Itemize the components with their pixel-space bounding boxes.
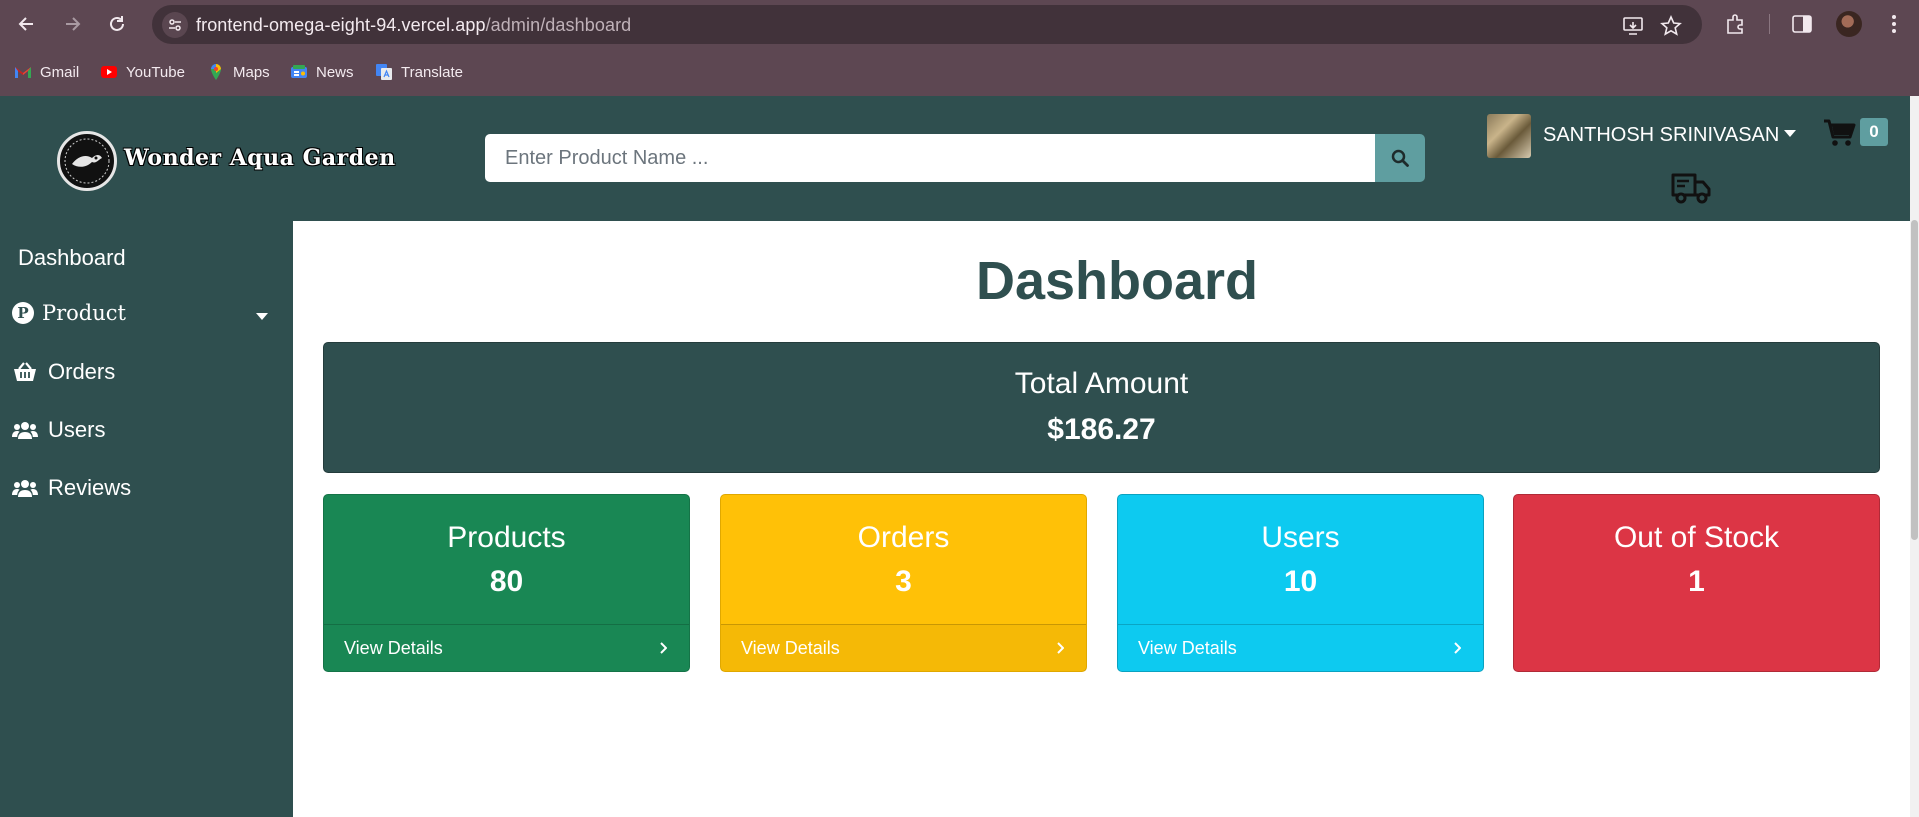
- chevron-right-icon: [1451, 642, 1463, 654]
- sidebar-item-reviews[interactable]: Reviews: [12, 475, 131, 501]
- bookmark-label: Maps: [233, 63, 270, 81]
- card-label: Out of Stock: [1613, 521, 1780, 554]
- sidebar-item-users[interactable]: Users: [12, 417, 105, 443]
- card-value: 80: [489, 565, 524, 598]
- view-details-label: View Details: [741, 637, 840, 658]
- bookmark-star-icon[interactable]: [1660, 15, 1682, 37]
- site-info-icon[interactable]: [162, 12, 188, 38]
- bookmarks-bar: Gmail YouTube Maps News Translate: [0, 48, 1919, 96]
- sidebar-item-dashboard[interactable]: Dashboard: [18, 245, 126, 271]
- bookmark-label: Translate: [401, 63, 463, 81]
- gmail-icon: [15, 67, 31, 78]
- browser-menu-icon[interactable]: [1882, 12, 1906, 36]
- reload-icon[interactable]: [101, 8, 133, 40]
- sidebar-item-label: Dashboard: [18, 245, 126, 270]
- url-text: frontend-omega-eight-94.vercel.app/admin…: [196, 15, 631, 36]
- bookmark-label: News: [316, 63, 354, 81]
- sidebar: Dashboard P Product Orders Users Reviews: [0, 221, 293, 817]
- site-header: Wonder Aqua Garden SANTHOSH SRINIVASAN 0: [0, 96, 1910, 221]
- back-icon[interactable]: [11, 8, 43, 40]
- products-card: Products 80 View Details: [323, 494, 690, 672]
- browser-toolbar: frontend-omega-eight-94.vercel.app/admin…: [0, 0, 1919, 48]
- bookmark-gmail[interactable]: Gmail: [14, 61, 79, 83]
- sidebar-item-product[interactable]: P Product: [12, 301, 126, 325]
- basket-icon: [12, 360, 38, 384]
- bookmark-translate[interactable]: Translate: [375, 61, 463, 83]
- product-dropdown-caret-icon[interactable]: [256, 313, 268, 320]
- orders-card: Orders 3 View Details: [720, 494, 1087, 672]
- user-avatar[interactable]: [1487, 114, 1531, 158]
- url-host: frontend-omega-eight-94.vercel.app: [196, 15, 486, 35]
- chevron-right-icon: [1054, 642, 1066, 654]
- brand-name[interactable]: Wonder Aqua Garden: [124, 145, 396, 171]
- sidebar-item-label: Reviews: [48, 475, 132, 500]
- sidebar-item-label: Users: [48, 417, 106, 442]
- users-card: Users 10 View Details: [1117, 494, 1484, 672]
- view-details-label: View Details: [344, 637, 443, 658]
- orders-view-details-link[interactable]: View Details: [721, 624, 1086, 671]
- users-icon: [12, 418, 38, 442]
- address-bar[interactable]: frontend-omega-eight-94.vercel.app/admin…: [152, 5, 1702, 44]
- browser-profile-avatar[interactable]: [1836, 11, 1862, 37]
- chevron-right-icon: [657, 642, 669, 654]
- view-details-label: View Details: [1138, 637, 1237, 658]
- brand-logo[interactable]: [57, 131, 117, 191]
- bookmark-maps[interactable]: Maps: [207, 61, 270, 83]
- total-amount-value: $186.27: [1047, 413, 1156, 446]
- sidebar-item-label: Orders: [48, 359, 116, 384]
- card-label: Users: [1261, 521, 1340, 554]
- users-view-details-link[interactable]: View Details: [1118, 624, 1483, 671]
- card-label: Orders: [857, 521, 950, 554]
- user-name[interactable]: SANTHOSH SRINIVASAN: [1543, 124, 1779, 147]
- card-value: 3: [895, 565, 912, 598]
- product-p-icon: P: [12, 302, 34, 324]
- sidebar-item-label: Product: [42, 301, 126, 325]
- search-button[interactable]: [1375, 134, 1425, 182]
- bookmark-label: YouTube: [126, 63, 185, 81]
- page-title: Dashboard: [975, 251, 1259, 311]
- user-menu-caret-icon[interactable]: [1784, 130, 1796, 137]
- sidebar-item-orders[interactable]: Orders: [12, 359, 115, 385]
- side-panel-icon[interactable]: [1790, 12, 1814, 36]
- total-amount-label: Total Amount: [1014, 367, 1189, 400]
- cart-icon[interactable]: [1823, 118, 1857, 148]
- total-amount-card: Total Amount $186.27: [323, 342, 1880, 473]
- news-icon: [291, 65, 307, 78]
- scrollbar-thumb[interactable]: [1911, 220, 1918, 540]
- search-input[interactable]: [485, 134, 1375, 182]
- bookmark-news[interactable]: News: [290, 61, 354, 83]
- search-icon: [1391, 149, 1409, 167]
- maps-icon: [211, 64, 221, 80]
- card-value: 10: [1283, 565, 1318, 598]
- toolbar-divider: [1769, 14, 1770, 34]
- users-icon: [12, 476, 38, 500]
- forward-icon[interactable]: [56, 8, 88, 40]
- install-app-icon[interactable]: [1622, 15, 1644, 37]
- out-of-stock-card: Out of Stock 1: [1513, 494, 1880, 672]
- card-label: Products: [447, 521, 566, 554]
- bookmark-youtube[interactable]: YouTube: [100, 61, 185, 83]
- card-value: 1: [1688, 565, 1705, 598]
- extensions-icon[interactable]: [1723, 12, 1747, 36]
- bookmark-label: Gmail: [40, 63, 80, 81]
- delivery-truck-icon[interactable]: [1671, 171, 1711, 205]
- cart-count-badge[interactable]: 0: [1860, 118, 1888, 146]
- translate-icon: [376, 64, 392, 80]
- youtube-icon: [101, 66, 117, 78]
- products-view-details-link[interactable]: View Details: [324, 624, 689, 671]
- url-path: /admin/dashboard: [485, 15, 632, 35]
